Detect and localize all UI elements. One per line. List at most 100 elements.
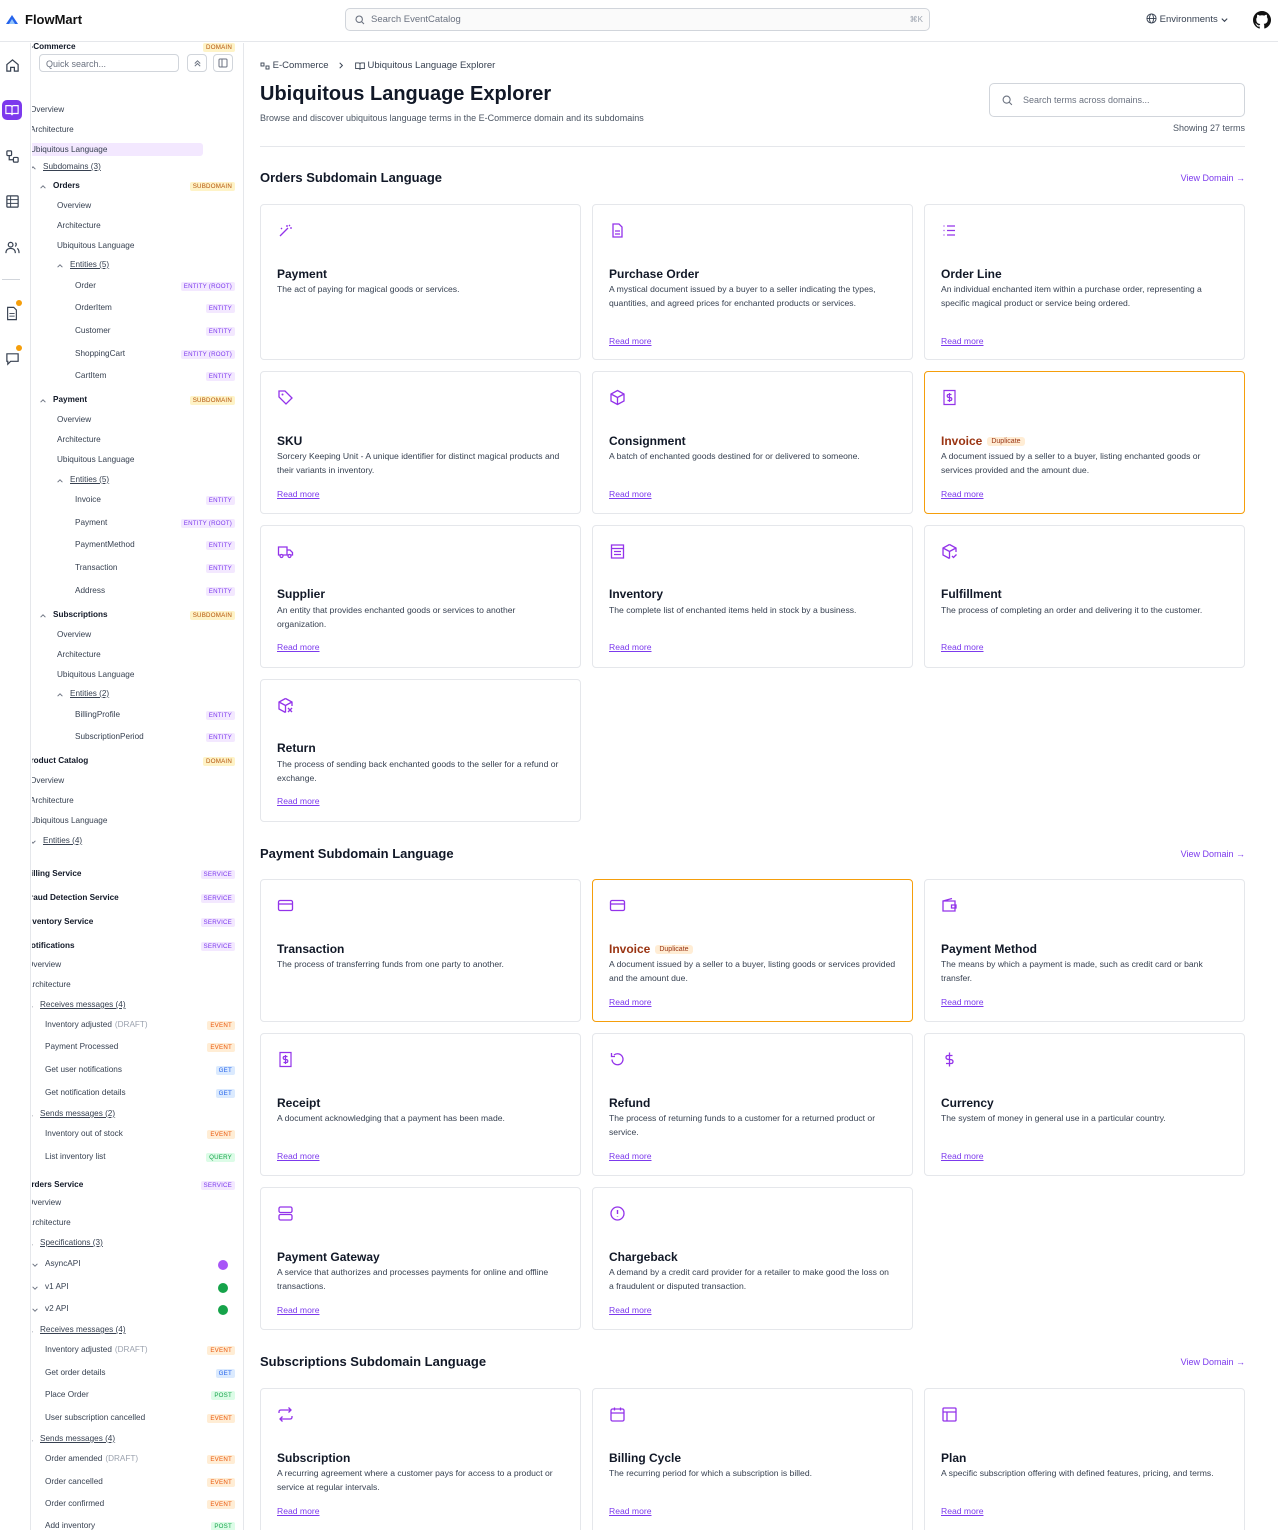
term-card-chargeback[interactable]: Chargeback A demand by a credit card prov… <box>592 1187 913 1330</box>
sidebar-item-add-inventory[interactable]: Add inventory <box>45 1521 95 1530</box>
sidebar-item-receives-messages-4[interactable]: Receives messages (4) <box>40 1000 126 1009</box>
users-icon[interactable] <box>2 237 22 257</box>
sidebar-item-architecture[interactable]: Architecture <box>32 125 74 134</box>
quick-search-input[interactable]: Quick search... <box>39 54 179 72</box>
breadcrumb-parent[interactable]: E-Commerce <box>273 60 329 71</box>
read-more-link[interactable]: Read more <box>941 642 984 652</box>
view-domain-link[interactable]: View Domain → <box>1181 173 1245 183</box>
read-more-link[interactable]: Read more <box>609 642 652 652</box>
sidebar-item-fraud-detection-service[interactable]: Fraud Detection Service <box>32 893 119 902</box>
sidebar-item-paymentmethod[interactable]: PaymentMethod <box>75 540 135 549</box>
read-more-link[interactable]: Read more <box>277 1151 320 1161</box>
term-card-invoice[interactable]: Invoice Duplicate A document issued by a s… <box>924 371 1245 514</box>
sidebar-item-sends-messages-4[interactable]: Sends messages (4) <box>40 1434 115 1443</box>
sidebar-item-e-commerce[interactable]: E-Commerce <box>32 43 76 51</box>
sidebar-item-subdomains-3[interactable]: Subdomains (3) <box>43 162 101 171</box>
sidebar-item-subscriptions[interactable]: Subscriptions <box>53 610 108 619</box>
read-more-link[interactable]: Read more <box>609 489 652 499</box>
chevron-up-icon[interactable] <box>32 1240 34 1248</box>
view-domain-link[interactable]: View Domain → <box>1181 849 1245 859</box>
sidebar-item-notifications[interactable]: Notifications <box>32 941 75 950</box>
sidebar-item-overview[interactable]: Overview <box>57 630 91 639</box>
chevron-down-icon[interactable] <box>32 838 37 846</box>
term-card-receipt[interactable]: Receipt A document acknowledging that a p… <box>260 1033 581 1176</box>
term-card-purchase-order[interactable]: Purchase Order A mystical document issued… <box>592 204 913 360</box>
term-card-currency[interactable]: Currency The system of money in general u… <box>924 1033 1245 1176</box>
chevron-up-icon[interactable] <box>56 477 64 485</box>
sidebar-item-entities-4[interactable]: Entities (4) <box>43 836 82 845</box>
sidebar-item-ubiquitous-language[interactable]: Ubiquitous Language <box>57 241 134 250</box>
term-card-refund[interactable]: Refund The process of returning funds to … <box>592 1033 913 1176</box>
read-more-link[interactable]: Read more <box>941 489 984 499</box>
sidebar-item-get-order-details[interactable]: Get order details <box>45 1368 106 1377</box>
chevron-down-icon[interactable] <box>32 1306 39 1314</box>
home-icon[interactable] <box>2 55 22 75</box>
read-more-link[interactable]: Read more <box>941 1506 984 1516</box>
sidebar-item-list-inventory-list[interactable]: List inventory list <box>45 1152 106 1161</box>
read-more-link[interactable]: Read more <box>609 1506 652 1516</box>
sidebar-item-place-order[interactable]: Place Order <box>45 1390 89 1399</box>
chat-icon[interactable] <box>2 348 22 368</box>
term-card-payment-gateway[interactable]: Payment Gateway A service that authorizes… <box>260 1187 581 1330</box>
brand-name[interactable]: FlowMart <box>25 12 82 27</box>
sidebar-item-billingprofile[interactable]: BillingProfile <box>75 710 120 719</box>
sidebar-item-overview[interactable]: Overview <box>32 960 61 969</box>
term-card-transaction[interactable]: Transaction The process of transferring f… <box>260 879 581 1022</box>
chevron-up-icon[interactable] <box>56 262 64 270</box>
sidebar-item-user-subscription-cancelled[interactable]: User subscription cancelled <box>45 1413 145 1422</box>
sidebar-item-entities-5[interactable]: Entities (5) <box>70 260 109 269</box>
table-icon[interactable] <box>2 191 22 211</box>
term-card-return[interactable]: Return The process of sending back enchan… <box>260 679 581 822</box>
chevron-up-icon[interactable] <box>56 691 64 699</box>
term-card-sku[interactable]: SKU Sorcery Keeping Unit - A unique ident… <box>260 371 581 514</box>
sidebar-item-customer[interactable]: Customer <box>75 326 111 335</box>
view-domain-link[interactable]: View Domain → <box>1181 1357 1245 1367</box>
github-icon[interactable] <box>1253 11 1271 29</box>
chevron-up-icon[interactable] <box>39 183 47 191</box>
read-more-link[interactable]: Read more <box>277 796 320 806</box>
chevron-down-icon[interactable] <box>32 1284 39 1292</box>
sidebar-item-overview[interactable]: Overview <box>57 201 91 210</box>
sidebar-item-order-confirmed[interactable]: Order confirmed <box>45 1499 104 1508</box>
book-icon[interactable] <box>2 100 22 120</box>
sidebar-item-subscriptionperiod[interactable]: SubscriptionPeriod <box>75 732 144 741</box>
sidebar-item-inventory-adjusted[interactable]: Inventory adjusted (DRAFT) <box>45 1345 148 1354</box>
chevron-up-icon[interactable] <box>32 164 37 172</box>
sidebar-item-inventory-out-of-stock[interactable]: Inventory out of stock <box>45 1129 123 1138</box>
read-more-link[interactable]: Read more <box>609 1151 652 1161</box>
sidebar-item-inventory-adjusted[interactable]: Inventory adjusted (DRAFT) <box>45 1020 148 1029</box>
sidebar-item-get-notification-details[interactable]: Get notification details <box>45 1088 126 1097</box>
term-card-fulfillment[interactable]: Fulfillment The process of completing an … <box>924 525 1245 668</box>
sidebar-item-v2-api[interactable]: v2 API <box>45 1304 69 1313</box>
toggle-sidebar-button[interactable] <box>213 54 233 72</box>
term-card-payment[interactable]: Payment The act of paying for magical goo… <box>260 204 581 360</box>
sidebar-item-ubiquitous-language[interactable]: Ubiquitous Language <box>57 670 134 679</box>
file-icon[interactable] <box>2 303 22 323</box>
environments-button[interactable]: Environments <box>1146 13 1229 25</box>
term-card-payment-method[interactable]: Payment Method The means by which a payme… <box>924 879 1245 1022</box>
sidebar-item-ubiquitous-language[interactable]: Ubiquitous Language <box>32 816 107 825</box>
sidebar-item-specifications-3[interactable]: Specifications (3) <box>40 1238 103 1247</box>
read-more-link[interactable]: Read more <box>277 642 320 652</box>
workflow-icon[interactable] <box>2 146 22 166</box>
sidebar-item-receives-messages-4[interactable]: Receives messages (4) <box>40 1325 126 1334</box>
read-more-link[interactable]: Read more <box>277 1506 320 1516</box>
sidebar-item-architecture[interactable]: Architecture <box>57 435 101 444</box>
chevron-up-icon[interactable] <box>32 1436 34 1444</box>
sidebar-item-get-user-notifications[interactable]: Get user notifications <box>45 1065 122 1074</box>
chevron-up-icon[interactable] <box>32 1002 34 1010</box>
term-card-plan[interactable]: Plan A specific subscription offering wit… <box>924 1388 1245 1530</box>
chevron-up-icon[interactable] <box>39 612 47 620</box>
term-card-supplier[interactable]: Supplier An entity that provides enchante… <box>260 525 581 668</box>
flowmart-logo-icon[interactable] <box>4 12 20 28</box>
sidebar-item-invoice[interactable]: Invoice <box>75 495 101 504</box>
read-more-link[interactable]: Read more <box>609 1305 652 1315</box>
term-card-consignment[interactable]: Consignment A batch of enchanted goods de… <box>592 371 913 514</box>
collapse-all-button[interactable] <box>187 54 207 72</box>
chevron-down-icon[interactable] <box>32 1261 39 1269</box>
chevron-up-icon[interactable] <box>32 1327 34 1335</box>
sidebar-item-entities-2[interactable]: Entities (2) <box>70 689 109 698</box>
sidebar-item-architecture[interactable]: Architecture <box>32 1218 71 1227</box>
sidebar-item-order-amended[interactable]: Order amended (DRAFT) <box>45 1454 138 1463</box>
term-card-inventory[interactable]: Inventory The complete list of enchanted … <box>592 525 913 668</box>
